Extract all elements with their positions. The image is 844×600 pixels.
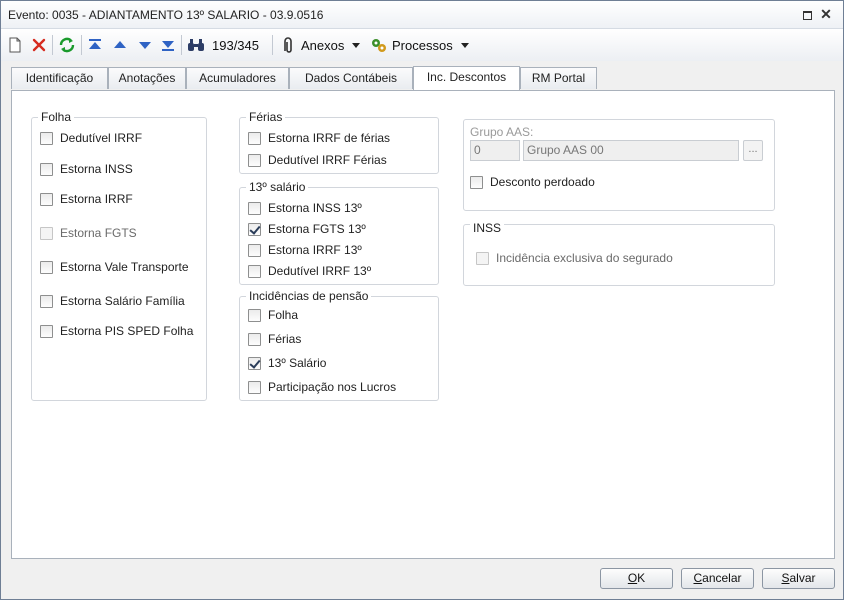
tab-inc-descontos[interactable]: Inc. Descontos	[413, 66, 520, 90]
folha-group-title: Folha	[38, 110, 75, 124]
tab-strip: Identificação Anotações Acumuladores Dad…	[11, 66, 835, 91]
grupo-aas-lookup-button: ...	[743, 140, 763, 161]
grupo-aas-group: Grupo AAS: 0 Grupo AAS 00 ... Desconto p…	[463, 119, 775, 211]
tab-dados-contabeis[interactable]: Dados Contábeis	[289, 67, 413, 89]
ferias-group-title: Férias	[246, 110, 286, 124]
checkbox-pensao-folha[interactable]: Folha	[248, 307, 298, 323]
gears-icon	[370, 36, 388, 54]
checkbox-dedutivel-irrf-13[interactable]: Dedutível IRRF 13º	[248, 263, 371, 279]
ferias-group: Férias Estorna IRRF de férias Dedutível …	[239, 110, 439, 174]
save-button[interactable]: Salvar	[762, 568, 835, 589]
checkbox-dedutivel-irrf-ferias[interactable]: Dedutível IRRF Férias	[248, 152, 387, 168]
toolbar: 193/345 Anexos Processos	[1, 29, 843, 61]
grupo-aas-name-field: Grupo AAS 00	[523, 140, 739, 161]
grupo-aas-label: Grupo AAS:	[467, 125, 537, 139]
decimo-terceiro-group-title: 13º salário	[246, 180, 309, 194]
window-title: Evento: 0035 - ADIANTAMENTO 13º SALARIO …	[8, 8, 324, 22]
refresh-icon[interactable]	[58, 34, 76, 56]
checkbox-incidencia-exclusiva-segurado: Incidência exclusiva do segurado	[476, 250, 673, 266]
search-binoculars-icon[interactable]	[187, 34, 205, 56]
grupo-aas-code-field: 0	[470, 140, 520, 161]
checkbox-pensao-ferias[interactable]: Férias	[248, 331, 301, 347]
previous-record-icon[interactable]	[112, 34, 128, 56]
checkbox-estorna-inss-13[interactable]: Estorna INSS 13º	[248, 200, 362, 216]
checkbox-estorna-fgts: Estorna FGTS	[40, 225, 137, 241]
checkbox-pensao-13-salario[interactable]: 13º Salário	[248, 355, 326, 371]
checkbox-desconto-perdoado[interactable]: Desconto perdoado	[470, 174, 595, 190]
paperclip-icon	[280, 36, 296, 54]
processes-dropdown[interactable]: Processos	[370, 34, 469, 56]
checkbox-estorna-inss[interactable]: Estorna INSS	[40, 161, 133, 177]
new-record-icon[interactable]	[7, 34, 23, 56]
checkbox-estorna-salario-familia[interactable]: Estorna Salário Família	[40, 293, 185, 309]
title-bar: Evento: 0035 - ADIANTAMENTO 13º SALARIO …	[1, 1, 843, 29]
decimo-terceiro-group: 13º salário Estorna INSS 13º Estorna FGT…	[239, 180, 439, 285]
chevron-down-icon	[460, 42, 469, 48]
checkbox-estorna-irrf[interactable]: Estorna IRRF	[40, 191, 133, 207]
close-window-button[interactable]: ✕	[819, 7, 833, 21]
next-record-icon[interactable]	[137, 34, 153, 56]
delete-icon[interactable]	[31, 34, 47, 56]
first-record-icon[interactable]	[87, 34, 103, 56]
tab-anotacoes[interactable]: Anotações	[108, 67, 186, 89]
ok-button[interactable]: OK	[600, 568, 673, 589]
checkbox-participacao-lucros[interactable]: Participação nos Lucros	[248, 379, 396, 395]
checkbox-estorna-irrf-ferias[interactable]: Estorna IRRF de férias	[248, 130, 390, 146]
attachments-dropdown[interactable]: Anexos	[280, 34, 361, 56]
processes-label: Processos	[392, 37, 453, 53]
folha-group: Folha Dedutível IRRF Estorna INSS Estorn…	[31, 110, 207, 401]
restore-window-button[interactable]	[800, 7, 814, 21]
last-record-icon[interactable]	[160, 34, 176, 56]
tab-acumuladores[interactable]: Acumuladores	[186, 67, 289, 89]
event-window: Evento: 0035 - ADIANTAMENTO 13º SALARIO …	[0, 0, 844, 600]
checkbox-dedutivel-irrf[interactable]: Dedutível IRRF	[40, 130, 142, 146]
tab-identificacao[interactable]: Identificação	[11, 67, 108, 89]
inss-group: INSS Incidência exclusiva do segurado	[463, 221, 775, 286]
pensao-group-title: Incidências de pensão	[246, 289, 372, 303]
record-counter: 193/345	[212, 37, 259, 53]
pensao-group: Incidências de pensão Folha Férias 13º S…	[239, 289, 439, 401]
checkbox-estorna-vale-transporte[interactable]: Estorna Vale Transporte	[40, 259, 189, 275]
inc-descontos-panel: Folha Dedutível IRRF Estorna INSS Estorn…	[11, 90, 835, 559]
tab-rm-portal[interactable]: RM Portal	[520, 67, 597, 89]
checkbox-estorna-fgts-13[interactable]: Estorna FGTS 13º	[248, 221, 366, 237]
inss-group-title: INSS	[470, 221, 505, 235]
cancel-button[interactable]: Cancelar	[681, 568, 754, 589]
checkbox-estorna-irrf-13[interactable]: Estorna IRRF 13º	[248, 242, 362, 258]
checkbox-estorna-pis-sped-folha[interactable]: Estorna PIS SPED Folha	[40, 323, 193, 339]
attachments-label: Anexos	[301, 37, 345, 53]
chevron-down-icon	[352, 42, 361, 48]
